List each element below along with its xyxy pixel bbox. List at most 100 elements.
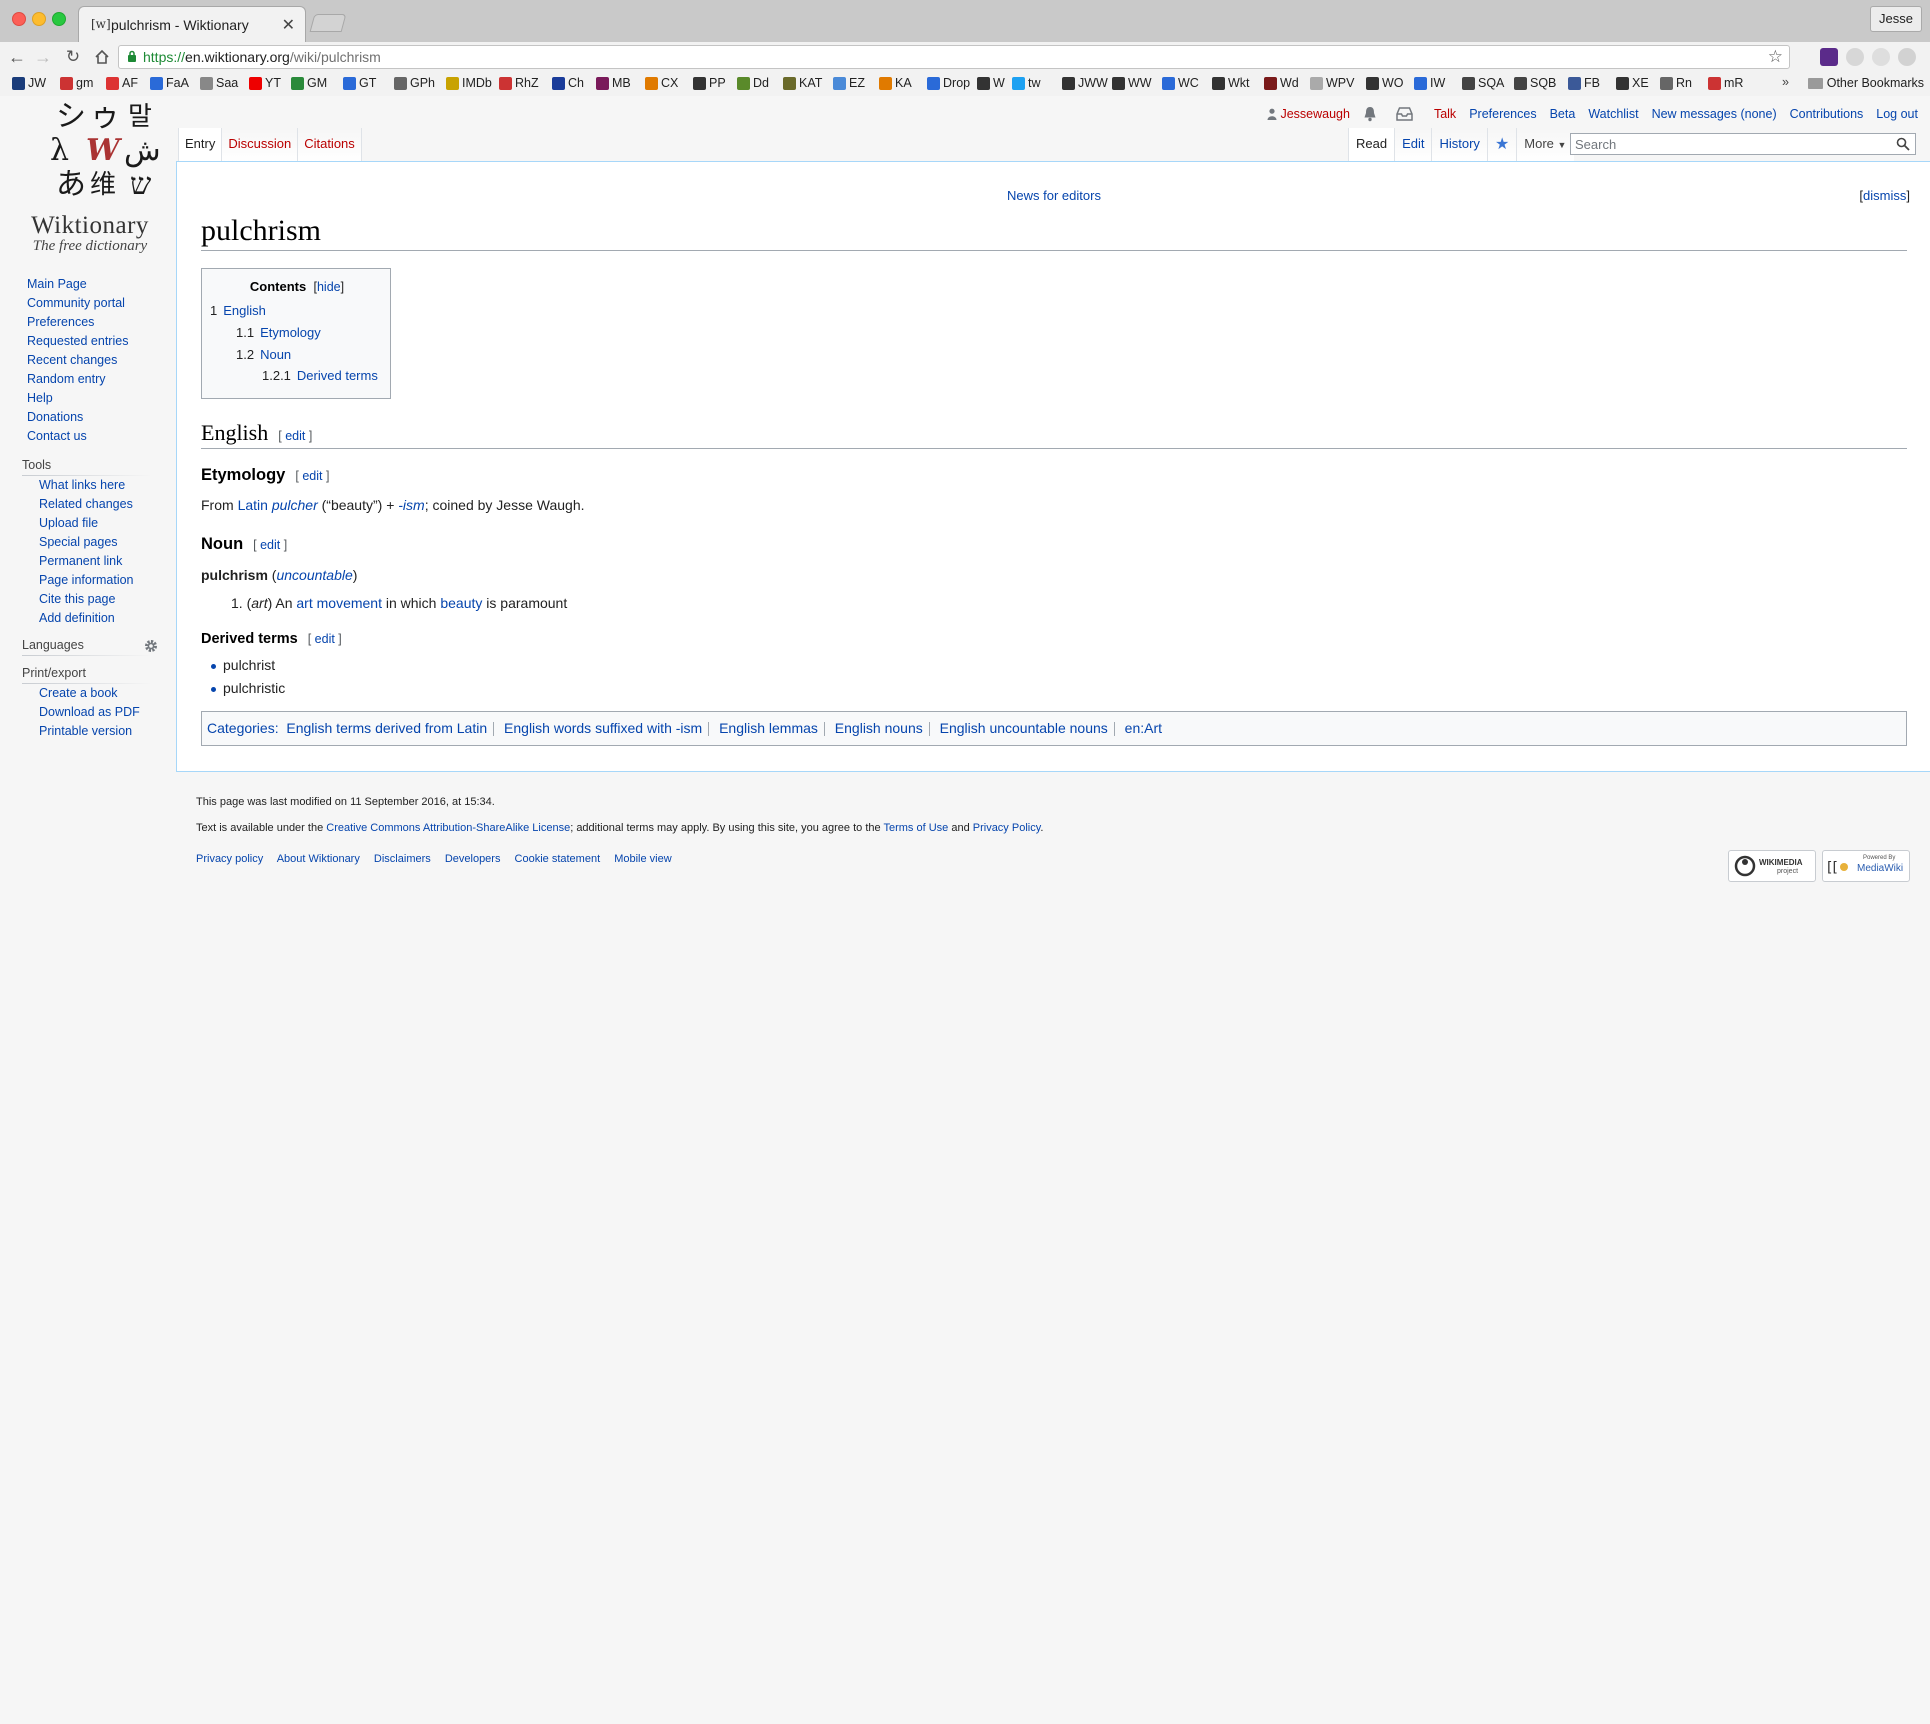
forward-arrow-icon[interactable]: → bbox=[32, 46, 54, 68]
bookmark-item[interactable]: KAT bbox=[783, 76, 822, 90]
sidebar-item-printable-version[interactable]: Printable version bbox=[39, 724, 132, 738]
bookmark-item[interactable]: JWW bbox=[1062, 76, 1108, 90]
reload-icon[interactable]: ↻ bbox=[62, 46, 84, 68]
sidebar-item-community-portal[interactable]: Community portal bbox=[27, 296, 125, 310]
beauty-link[interactable]: beauty bbox=[440, 595, 482, 611]
minimize-window-button[interactable] bbox=[32, 12, 46, 26]
dismiss-notice[interactable]: [dismiss] bbox=[1859, 188, 1910, 203]
bookmark-item[interactable]: tw bbox=[1012, 76, 1041, 90]
bookmark-item[interactable]: Dd bbox=[737, 76, 769, 90]
log-out-link[interactable]: Log out bbox=[1876, 107, 1918, 121]
talk-link[interactable]: Talk bbox=[1434, 107, 1456, 121]
tab-history[interactable]: History bbox=[1431, 128, 1487, 162]
footer-link-disclaimers[interactable]: Disclaimers bbox=[374, 853, 431, 865]
sidebar-item-download-pdf[interactable]: Download as PDF bbox=[39, 705, 140, 719]
bookmark-item[interactable]: Wkt bbox=[1212, 76, 1250, 90]
bookmark-item[interactable]: GM bbox=[291, 76, 327, 90]
tab-read[interactable]: Read bbox=[1348, 128, 1395, 162]
footer-link-privacy[interactable]: Privacy policy bbox=[196, 853, 263, 865]
zoom-window-button[interactable] bbox=[52, 12, 66, 26]
pulcher-link[interactable]: pulcher bbox=[272, 497, 318, 513]
bookmark-item[interactable]: YT bbox=[249, 76, 281, 90]
inbox-icon[interactable] bbox=[1396, 107, 1413, 121]
bookmark-item[interactable]: W bbox=[977, 76, 1005, 90]
sidebar-item-upload-file[interactable]: Upload file bbox=[39, 516, 98, 530]
bookmark-item[interactable]: WO bbox=[1366, 76, 1404, 90]
browser-tab-active[interactable]: [w] pulchrism - Wiktionary ✕ bbox=[78, 6, 306, 44]
tab-entry[interactable]: Entry bbox=[178, 128, 223, 162]
ism-link[interactable]: -ism bbox=[398, 497, 424, 513]
address-bar[interactable]: https://en.wiktionary.org/wiki/pulchrism… bbox=[118, 45, 1790, 69]
wikimedia-project-badge[interactable]: WIKIMEDIA project bbox=[1728, 850, 1816, 882]
bookmark-item[interactable]: Rn bbox=[1660, 76, 1692, 90]
tab-citations[interactable]: Citations bbox=[298, 128, 362, 162]
category-link[interactable]: en:Art bbox=[1125, 720, 1162, 736]
derived-term-link[interactable]: pulchristic bbox=[223, 680, 285, 696]
bookmark-item[interactable]: Ch bbox=[552, 76, 584, 90]
bookmark-item[interactable]: RhZ bbox=[499, 76, 539, 90]
notification-bell-icon[interactable] bbox=[1363, 106, 1377, 122]
sidebar-item-create-a-book[interactable]: Create a book bbox=[39, 686, 118, 700]
extension-icon[interactable] bbox=[1898, 48, 1916, 66]
edit-section-link[interactable]: edit bbox=[260, 538, 280, 552]
bookmark-item[interactable]: Drop bbox=[927, 76, 970, 90]
privacy-policy-link[interactable]: Privacy Policy bbox=[973, 822, 1041, 834]
toc-item-noun[interactable]: 1.2 Noun bbox=[236, 347, 291, 362]
back-arrow-icon[interactable]: ← bbox=[6, 46, 28, 68]
latin-link[interactable]: Latin bbox=[238, 497, 268, 513]
bookmark-item[interactable]: SQA bbox=[1462, 76, 1504, 90]
derived-term-link[interactable]: pulchrist bbox=[223, 657, 275, 673]
bookmark-item[interactable]: PP bbox=[693, 76, 726, 90]
wiktionary-logo[interactable]: シゥ말 λWش あ维ש Wiktionary The free dictiona… bbox=[20, 100, 161, 260]
sidebar-item-contact-us[interactable]: Contact us bbox=[27, 429, 87, 443]
bookmark-item[interactable]: WC bbox=[1162, 76, 1199, 90]
bookmark-item[interactable]: GT bbox=[343, 76, 376, 90]
uncountable-link[interactable]: uncountable bbox=[276, 567, 352, 583]
license-link[interactable]: Creative Commons Attribution-ShareAlike … bbox=[326, 822, 570, 834]
sidebar-item-special-pages[interactable]: Special pages bbox=[39, 535, 118, 549]
preferences-link[interactable]: Preferences bbox=[1469, 107, 1536, 121]
footer-link-cookie[interactable]: Cookie statement bbox=[515, 853, 601, 865]
terms-link[interactable]: Terms of Use bbox=[883, 822, 948, 834]
toc-hide-link[interactable]: hide bbox=[317, 280, 341, 294]
bookmark-item[interactable]: MB bbox=[596, 76, 631, 90]
bookmarks-overflow-icon[interactable]: » bbox=[1782, 75, 1789, 89]
home-icon[interactable] bbox=[90, 46, 114, 68]
bookmark-item[interactable]: GPh bbox=[394, 76, 435, 90]
extension-icon[interactable] bbox=[1846, 48, 1864, 66]
sidebar-item-related-changes[interactable]: Related changes bbox=[39, 497, 133, 511]
bookmark-item[interactable]: Wd bbox=[1264, 76, 1299, 90]
sidebar-item-random-entry[interactable]: Random entry bbox=[27, 372, 106, 386]
sidebar-item-recent-changes[interactable]: Recent changes bbox=[27, 353, 117, 367]
bookmark-item[interactable]: EZ bbox=[833, 76, 865, 90]
contributions-link[interactable]: Contributions bbox=[1790, 107, 1864, 121]
gear-icon[interactable] bbox=[144, 639, 158, 653]
edit-section-link[interactable]: edit bbox=[302, 469, 322, 483]
sidebar-heading-tools[interactable]: Tools bbox=[22, 458, 51, 472]
site-notice-link[interactable]: News for editors bbox=[177, 188, 1930, 203]
toc-item-etymology[interactable]: 1.1 Etymology bbox=[236, 325, 321, 340]
sidebar-item-requested-entries[interactable]: Requested entries bbox=[27, 334, 128, 348]
edit-section-link[interactable]: edit bbox=[315, 632, 335, 646]
bookmark-item[interactable]: IW bbox=[1414, 76, 1445, 90]
bookmark-item[interactable]: Saa bbox=[200, 76, 238, 90]
bookmark-item[interactable]: IMDb bbox=[446, 76, 492, 90]
close-tab-icon[interactable]: ✕ bbox=[282, 15, 295, 35]
bookmark-item[interactable]: AF bbox=[106, 76, 138, 90]
category-link[interactable]: English uncountable nouns bbox=[940, 720, 1108, 736]
more-menu[interactable]: More ▼ bbox=[1516, 128, 1575, 162]
category-link[interactable]: English words suffixed with -ism bbox=[504, 720, 702, 736]
watchlist-link[interactable]: Watchlist bbox=[1588, 107, 1638, 121]
movement-link[interactable]: movement bbox=[317, 595, 382, 611]
profile-button[interactable]: Jesse bbox=[1870, 6, 1922, 32]
toc-item-derived-terms[interactable]: 1.2.1 Derived terms bbox=[262, 368, 378, 383]
sidebar-item-main-page[interactable]: Main Page bbox=[27, 277, 87, 291]
new-tab-button[interactable] bbox=[309, 14, 347, 32]
tab-edit[interactable]: Edit bbox=[1394, 128, 1432, 162]
edit-section-link[interactable]: edit bbox=[285, 429, 305, 443]
beta-link[interactable]: Beta bbox=[1550, 107, 1576, 121]
category-link[interactable]: English nouns bbox=[835, 720, 923, 736]
bookmark-item[interactable]: gm bbox=[60, 76, 93, 90]
sidebar-item-permanent-link[interactable]: Permanent link bbox=[39, 554, 122, 568]
tab-discussion[interactable]: Discussion bbox=[222, 128, 299, 162]
